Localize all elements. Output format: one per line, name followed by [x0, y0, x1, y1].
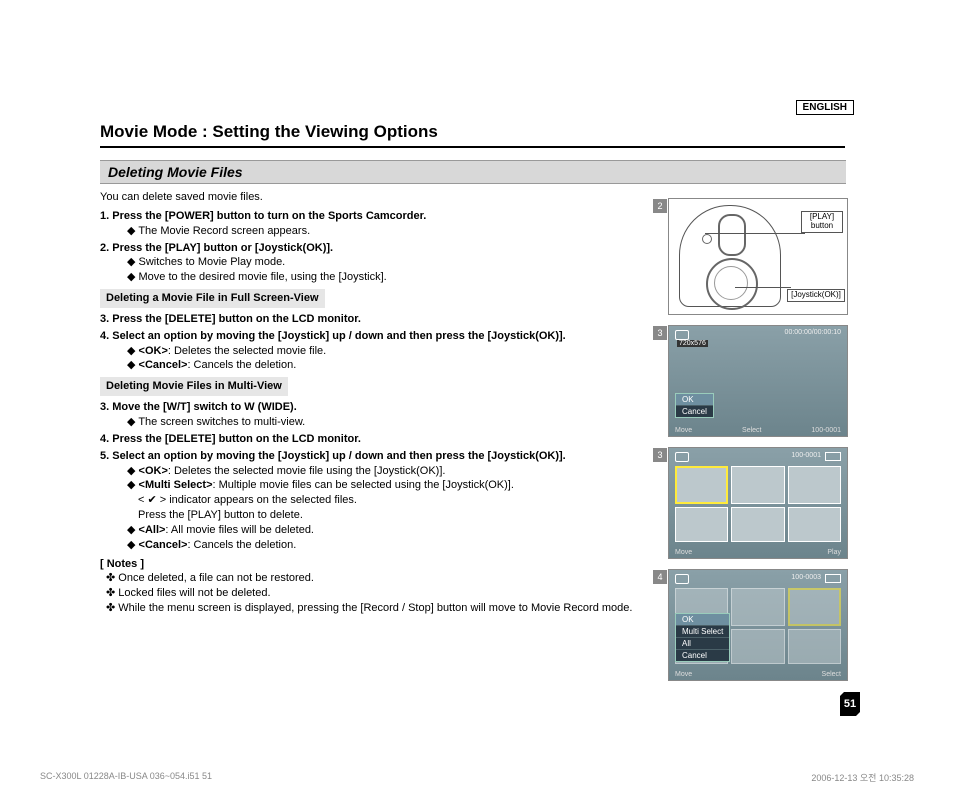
note-2: ✤ Locked files will not be deleted. — [100, 586, 645, 601]
thumbnail — [731, 629, 784, 665]
thumbnail — [731, 507, 784, 543]
menu-item: Cancel — [676, 406, 713, 417]
thumbnail — [788, 507, 841, 543]
thumbnail — [788, 466, 841, 504]
menu-item: Cancel — [676, 650, 729, 661]
step-4b: 4. Press the [DELETE] button on the LCD … — [100, 432, 645, 447]
leader-line — [705, 233, 805, 234]
figure-3b-number: 3 — [653, 448, 667, 462]
step-3b-bullet-1: ◆ The screen switches to multi-view. — [100, 415, 645, 430]
step-5-bullet-multiselect: ◆ <Multi Select>: Multiple movie files c… — [100, 478, 645, 493]
menu-item: OK — [676, 394, 713, 406]
figure-3-fullscreen: 3 00:00:00/00:00:10 720x576 OK Cancel Mo… — [668, 325, 848, 437]
play-button-icon — [702, 234, 712, 244]
step-2-bullet-1: ◆ Switches to Movie Play mode. — [100, 255, 645, 270]
thumbnail — [788, 588, 841, 626]
thumbnail — [731, 466, 784, 504]
file-label: 100-0001 — [811, 427, 841, 434]
wt-switch-icon — [718, 214, 746, 256]
figure-3a-number: 3 — [653, 326, 667, 340]
subsection-fullscreen: Deleting a Movie File in Full Screen-Vie… — [100, 289, 325, 308]
device-outline — [679, 205, 781, 307]
page-title: Movie Mode : Setting the Viewing Options — [100, 122, 845, 148]
thumbnail — [675, 466, 728, 504]
subsection-multiview: Deleting Movie Files in Multi-View — [100, 377, 288, 396]
file-label: 100-0003 — [791, 574, 821, 581]
menu-item: All — [676, 638, 729, 650]
step-5-bullet-all: ◆ <All>: All movie files will be deleted… — [100, 523, 645, 538]
step-4a-bullet-ok: ◆ <OK>: Deletes the selected movie file. — [100, 344, 645, 359]
step-3b: 3. Move the [W/T] switch to W (WIDE). — [100, 400, 645, 415]
hint-play: Play — [827, 549, 841, 556]
step-2: 2. Press the [PLAY] button or [Joystick(… — [100, 241, 645, 256]
footer-left: SC-X300L 01228A-IB-USA 036~054.i51 51 — [40, 771, 212, 784]
camera-icon — [675, 330, 689, 340]
camera-icon — [675, 452, 689, 462]
delete-menu-multiview: OK Multi Select All Cancel — [675, 613, 730, 662]
timecode: 00:00:00/00:00:10 — [785, 329, 841, 336]
battery-icon — [825, 452, 841, 461]
figures-column: 2 [PLAY] button [Joystick(OK)] 3 00:00:0… — [668, 198, 848, 691]
hint-move: Move — [675, 671, 692, 678]
step-2-bullet-2: ◆ Move to the desired movie file, using … — [100, 270, 645, 285]
resolution-label: 720x576 — [677, 340, 708, 347]
step-3a: 3. Press the [DELETE] button on the LCD … — [100, 312, 645, 327]
joystick-inner-icon — [714, 266, 748, 300]
figure-2: 2 [PLAY] button [Joystick(OK)] — [668, 198, 848, 315]
step-5-multiselect-cont1: < ✔ > indicator appears on the selected … — [100, 493, 645, 508]
step-5-bullet-ok: ◆ <OK>: Deletes the selected movie file … — [100, 464, 645, 479]
menu-item: Multi Select — [676, 626, 729, 638]
figure-4-multiview-menu: 4 100-0003 OK Multi Select All Cancel Mo… — [668, 569, 848, 681]
note-3: ✤ While the menu screen is displayed, pr… — [100, 601, 645, 616]
hint-move: Move — [675, 549, 692, 556]
figure-3-multiview: 3 100-0001 Move Play — [668, 447, 848, 559]
step-5-bullet-cancel: ◆ <Cancel>: Cancels the deletion. — [100, 538, 645, 553]
notes-heading: [ Notes ] — [100, 557, 645, 572]
thumbnail — [788, 629, 841, 665]
menu-item: OK — [676, 614, 729, 626]
step-5b: 5. Select an option by moving the [Joyst… — [100, 449, 645, 464]
step-4a: 4. Select an option by moving the [Joyst… — [100, 329, 645, 344]
step-1: 1. Press the [POWER] button to turn on t… — [100, 209, 645, 224]
thumbnail-grid — [675, 466, 841, 542]
step-5-multiselect-cont2: Press the [PLAY] button to delete. — [100, 508, 645, 523]
delete-menu-fullscreen: OK Cancel — [675, 393, 714, 418]
callout-joystick: [Joystick(OK)] — [787, 289, 845, 302]
file-label: 100-0001 — [791, 452, 821, 459]
figure-2-number: 2 — [653, 199, 667, 213]
thumbnail — [731, 588, 784, 626]
battery-icon — [825, 574, 841, 583]
footer-right: 2006-12-13 오전 10:35:28 — [811, 771, 914, 784]
thumbnail — [675, 507, 728, 543]
leader-line — [735, 287, 791, 288]
hint-select: Select — [822, 671, 841, 678]
body-text: You can delete saved movie files. 1. Pre… — [100, 190, 645, 616]
print-footer: SC-X300L 01228A-IB-USA 036~054.i51 51 20… — [40, 771, 914, 784]
callout-play-button: [PLAY] button — [801, 211, 843, 233]
figure-4-number: 4 — [653, 570, 667, 584]
step-4a-bullet-cancel: ◆ <Cancel>: Cancels the deletion. — [100, 358, 645, 373]
camera-icon — [675, 574, 689, 584]
intro-text: You can delete saved movie files. — [100, 190, 645, 205]
language-label: ENGLISH — [796, 100, 854, 115]
hint-move: Move — [675, 427, 692, 434]
section-subtitle: Deleting Movie Files — [100, 160, 846, 184]
step-1-bullet-1: ◆ The Movie Record screen appears. — [100, 224, 645, 239]
note-1: ✤ Once deleted, a file can not be restor… — [100, 571, 645, 586]
page-number: 51 — [840, 692, 860, 716]
hint-select: Select — [742, 427, 761, 434]
